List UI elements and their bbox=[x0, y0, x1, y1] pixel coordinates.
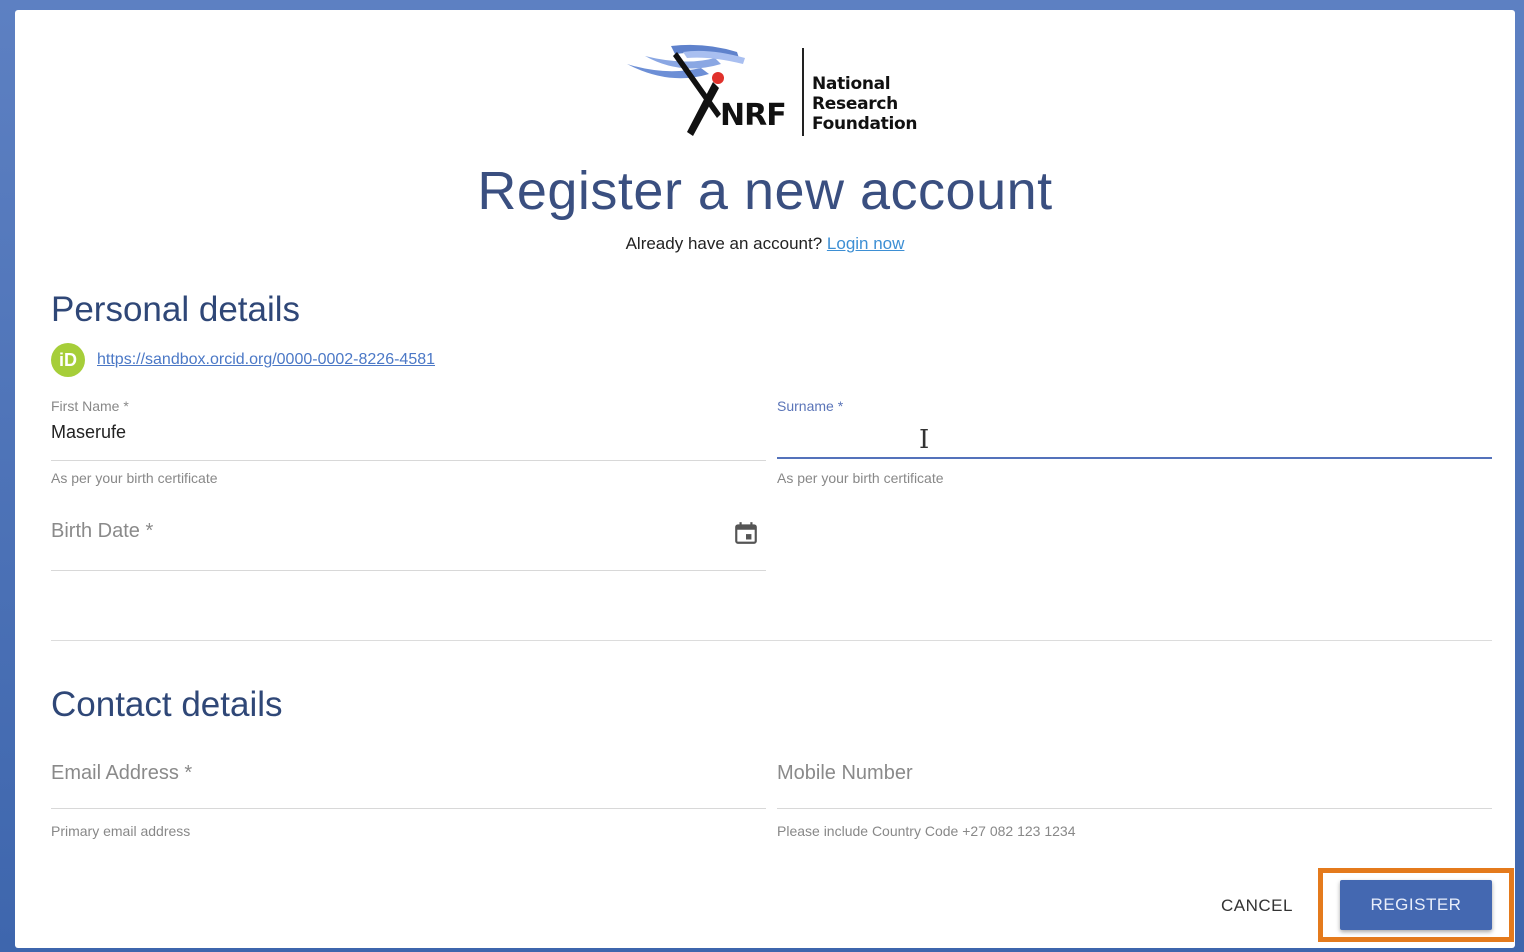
mobile-field[interactable]: Mobile Number Please include Country Cod… bbox=[777, 762, 1492, 842]
logo-line: Foundation bbox=[812, 114, 918, 134]
email-placeholder: Email Address * bbox=[51, 762, 193, 784]
surname-hint: As per your birth certificate bbox=[777, 470, 944, 486]
section-divider bbox=[51, 640, 1492, 641]
text-cursor-icon: I bbox=[919, 425, 930, 455]
surname-input[interactable] bbox=[777, 422, 1492, 444]
personal-details-heading: Personal details bbox=[51, 290, 301, 329]
first-name-field[interactable]: First Name * Maserufe As per your birth … bbox=[51, 398, 766, 488]
orcid-icon: iD bbox=[51, 343, 85, 377]
logo-abbreviation: NRF bbox=[720, 98, 787, 133]
mobile-underline bbox=[777, 808, 1492, 809]
first-name-underline bbox=[51, 460, 766, 461]
surname-field[interactable]: Surname * As per your birth certificate bbox=[777, 398, 1492, 488]
logo-text: National Research Foundation bbox=[812, 74, 917, 134]
orcid-link[interactable]: https://sandbox.orcid.org/0000-0002-8226… bbox=[97, 351, 435, 369]
contact-details-heading: Contact details bbox=[51, 685, 283, 724]
birth-date-underline bbox=[51, 570, 766, 571]
mobile-hint: Please include Country Code +27 082 123 … bbox=[777, 823, 1076, 839]
login-now-link[interactable]: Login now bbox=[827, 234, 905, 253]
page-title: Register a new account bbox=[477, 161, 1053, 221]
mobile-placeholder: Mobile Number bbox=[777, 762, 913, 784]
nrf-logo: NRF National Research Foundation bbox=[625, 38, 925, 138]
calendar-icon[interactable] bbox=[733, 520, 759, 546]
logo-line: National bbox=[812, 74, 891, 94]
first-name-label: First Name * bbox=[51, 398, 129, 414]
login-prompt-text: Already have an account? bbox=[625, 234, 823, 253]
register-button[interactable]: REGISTER bbox=[1340, 880, 1492, 930]
cancel-button[interactable]: CANCEL bbox=[1195, 888, 1319, 924]
first-name-input[interactable]: Maserufe bbox=[51, 422, 766, 444]
birth-date-field[interactable]: Birth Date * bbox=[51, 520, 766, 582]
email-field[interactable]: Email Address * Primary email address bbox=[51, 762, 766, 842]
logo-divider bbox=[802, 48, 804, 136]
registration-card: NRF National Research Foundation Registe… bbox=[15, 10, 1515, 948]
surname-label: Surname * bbox=[777, 398, 844, 414]
surname-underline bbox=[777, 457, 1492, 459]
orcid-row: iD https://sandbox.orcid.org/0000-0002-8… bbox=[51, 343, 435, 377]
window-frame: NRF National Research Foundation Registe… bbox=[0, 0, 1524, 952]
email-underline bbox=[51, 808, 766, 809]
first-name-hint: As per your birth certificate bbox=[51, 470, 218, 486]
email-hint: Primary email address bbox=[51, 823, 191, 839]
login-prompt: Already have an account? Login now bbox=[15, 234, 1515, 254]
birth-date-placeholder: Birth Date * bbox=[51, 520, 154, 542]
logo-line: Research bbox=[812, 94, 898, 114]
